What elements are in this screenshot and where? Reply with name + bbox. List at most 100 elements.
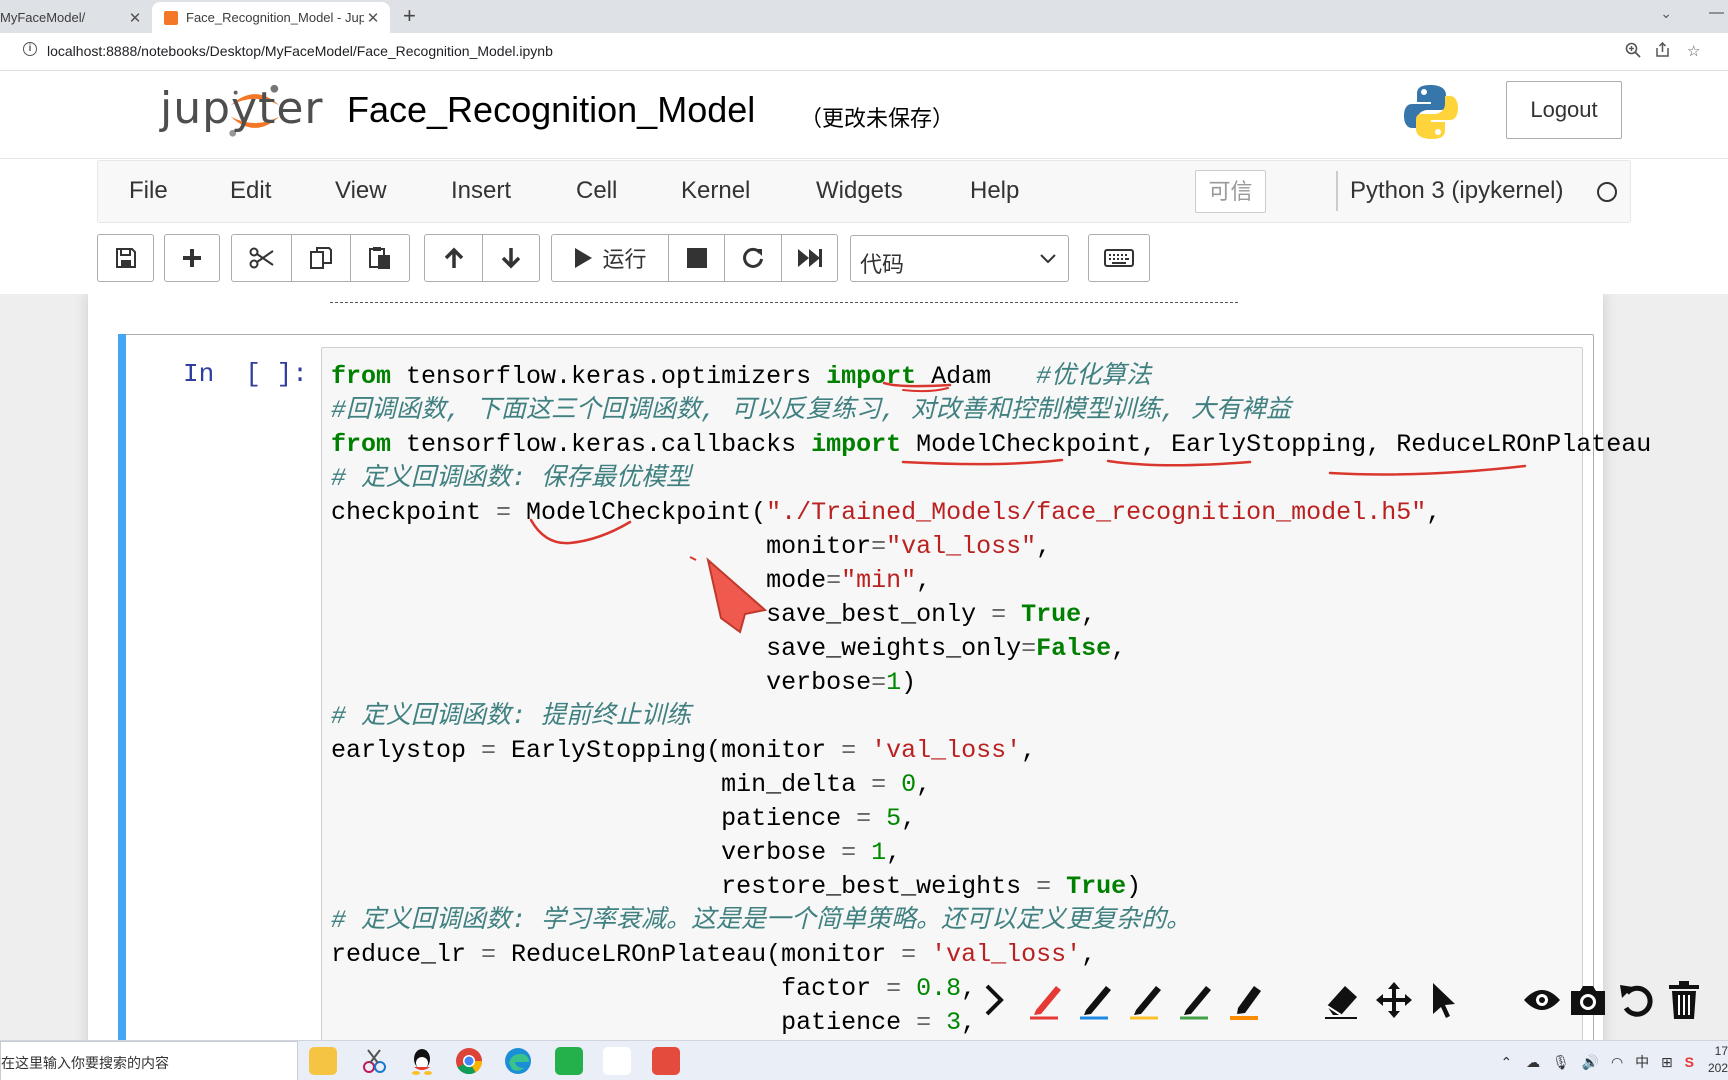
site-info-icon[interactable]: i (23, 42, 37, 56)
menu-view[interactable]: View (335, 177, 387, 205)
insert-cell-button[interactable] (164, 234, 220, 282)
new-tab-button[interactable]: + (403, 3, 416, 29)
camera-icon[interactable] (1564, 972, 1612, 1028)
notebook-page: In [ ]: from tensorflow.keras.optimizers… (88, 294, 1651, 1040)
eraser-icon[interactable] (1318, 972, 1366, 1028)
window-minimize-icon[interactable]: — (1709, 4, 1724, 21)
qq-icon[interactable] (408, 1047, 436, 1075)
notebook-name[interactable]: Face_Recognition_Model (347, 89, 755, 131)
paste-button[interactable] (350, 234, 410, 282)
notebook-toolbar: 运行 代码 (0, 224, 1728, 294)
url-field[interactable]: localhost:8888/notebooks/Desktop/MyFaceM… (47, 43, 553, 59)
restart-icon (743, 247, 763, 268)
browser-tab-notebook[interactable]: Face_Recognition_Model - Jup ✕ (152, 2, 390, 33)
code-line[interactable]: reduce_lr = ReduceLROnPlateau(monitor = … (331, 938, 1651, 972)
show-hidden-icons-chevron-icon[interactable]: ⌃ (1501, 1054, 1513, 1070)
eye-icon[interactable] (1518, 972, 1566, 1028)
pen-yellow-icon[interactable] (1122, 972, 1170, 1028)
pointer-icon[interactable] (1420, 972, 1468, 1028)
restart-run-all-button[interactable] (781, 234, 838, 282)
code-editor[interactable]: from tensorflow.keras.optimizers import … (321, 347, 1651, 1040)
code-line[interactable]: mode="min", (331, 564, 1651, 598)
tab-search-chevron-icon[interactable]: ⌄ (1660, 5, 1672, 22)
code-line[interactable]: # 定义回调函数: 保存最优模型 (331, 462, 1651, 496)
move-cell-up-button[interactable] (424, 234, 483, 282)
menu-insert[interactable]: Insert (451, 177, 511, 205)
interrupt-button[interactable] (668, 234, 725, 282)
code-line[interactable]: verbose = 1, (331, 836, 1651, 870)
menubar: File Edit View Insert Cell Kernel Widget… (97, 160, 1631, 223)
code-text[interactable]: from tensorflow.keras.optimizers import … (331, 360, 1651, 1040)
logout-button[interactable]: Logout (1506, 81, 1622, 139)
bookmark-star-icon[interactable]: ☆ (1687, 42, 1700, 60)
code-line[interactable]: patience = 5, (331, 802, 1651, 836)
code-line[interactable]: monitor="val_loss", (331, 530, 1651, 564)
kernel-name[interactable]: Python 3 (ipykernel) (1350, 177, 1563, 205)
code-line[interactable]: from tensorflow.keras.optimizers import … (331, 360, 1651, 394)
trusted-indicator[interactable]: 可信 (1195, 170, 1266, 213)
menu-edit[interactable]: Edit (230, 177, 271, 205)
tab-title: Face_Recognition_Model - Jup (186, 10, 364, 25)
input-language-indicator[interactable]: 中 (1635, 1054, 1649, 1070)
copy-button[interactable] (291, 234, 351, 282)
screen-tool-icon[interactable] (603, 1047, 631, 1075)
code-line[interactable]: earlystop = EarlyStopping(monitor = 'val… (331, 734, 1651, 768)
jupyter-header: jupyter Face_Recognition_Model （更改未保存） L… (0, 71, 1728, 159)
camtasia-green-icon[interactable] (555, 1047, 583, 1075)
taskbar-search-box[interactable]: 在这里输入你要搜索的内容 (0, 1041, 298, 1080)
code-line[interactable]: # 定义回调函数: 提前终止训练 (331, 700, 1651, 734)
menu-widgets[interactable]: Widgets (816, 177, 903, 205)
speaker-icon[interactable]: 🔊 (1582, 1054, 1599, 1070)
save-icon (115, 248, 136, 268)
code-line[interactable]: #回调函数, 下面这三个回调函数, 可以反复练习, 对改善和控制模型训练, 大有… (331, 394, 1651, 428)
wifi-icon[interactable]: ◠ (1611, 1054, 1623, 1070)
move-cell-down-button[interactable] (482, 234, 540, 282)
chevron-down-icon (1040, 254, 1056, 264)
code-line[interactable]: min_delta = 0, (331, 768, 1651, 802)
edge-icon[interactable] (504, 1047, 532, 1075)
close-icon[interactable]: ✕ (126, 9, 144, 27)
undo-icon[interactable] (1613, 972, 1661, 1028)
cut-button[interactable] (231, 234, 292, 282)
microphone-icon[interactable]: 🎙 (1552, 1054, 1570, 1070)
pycharm-red-icon[interactable] (652, 1047, 680, 1075)
code-line[interactable]: checkpoint = ModelCheckpoint("./Trained_… (331, 496, 1651, 530)
menu-kernel[interactable]: Kernel (681, 177, 750, 205)
browser-tab-myfacemodel[interactable]: MyFaceModel/ ✕ (0, 2, 152, 33)
jupyter-logo-text[interactable]: jupyter (160, 83, 324, 134)
file-explorer-icon[interactable] (309, 1047, 337, 1075)
highlighter-orange-icon[interactable] (1222, 972, 1270, 1028)
menu-help[interactable]: Help (970, 177, 1019, 205)
pen-blue-icon[interactable] (1072, 972, 1120, 1028)
sogou-input-icon[interactable]: S (1685, 1054, 1694, 1070)
cell-type-select[interactable]: 代码 (850, 235, 1069, 282)
menu-cell[interactable]: Cell (576, 177, 617, 205)
command-palette-button[interactable] (1088, 234, 1150, 282)
trash-icon[interactable] (1660, 972, 1708, 1028)
cloud-icon[interactable]: ☁ (1526, 1054, 1540, 1070)
code-line[interactable]: restore_best_weights = True) (331, 870, 1651, 904)
chevron-right-icon[interactable] (970, 972, 1018, 1028)
code-line[interactable]: save_weights_only=False, (331, 632, 1651, 666)
input-method-grid-icon[interactable]: ⊞ (1661, 1054, 1673, 1070)
code-line[interactable]: save_best_only = True, (331, 598, 1651, 632)
pen-green-icon[interactable] (1172, 972, 1220, 1028)
save-button[interactable] (97, 234, 154, 282)
system-clock[interactable]: 17 202 (1708, 1043, 1728, 1077)
pen-red-icon[interactable] (1022, 972, 1070, 1028)
code-cell[interactable]: In [ ]: from tensorflow.keras.optimizers… (118, 334, 1651, 1040)
paste-icon (369, 247, 390, 269)
code-line[interactable]: # 定义回调函数: 学习率衰减。这是是一个简单策略。还可以定义更复杂的。 (331, 904, 1651, 938)
restart-button[interactable] (724, 234, 782, 282)
snipping-tool-icon[interactable] (360, 1047, 388, 1075)
run-button[interactable]: 运行 (551, 234, 669, 282)
kernel-status-idle-icon (1597, 182, 1617, 202)
zoom-icon[interactable] (1625, 42, 1641, 62)
close-icon[interactable]: ✕ (364, 9, 382, 27)
move-icon[interactable] (1370, 972, 1418, 1028)
code-line[interactable]: from tensorflow.keras.callbacks import M… (331, 428, 1651, 462)
code-line[interactable]: verbose=1) (331, 666, 1651, 700)
menu-file[interactable]: File (129, 177, 168, 205)
chrome-icon[interactable] (455, 1047, 483, 1075)
share-icon[interactable] (1655, 41, 1671, 62)
